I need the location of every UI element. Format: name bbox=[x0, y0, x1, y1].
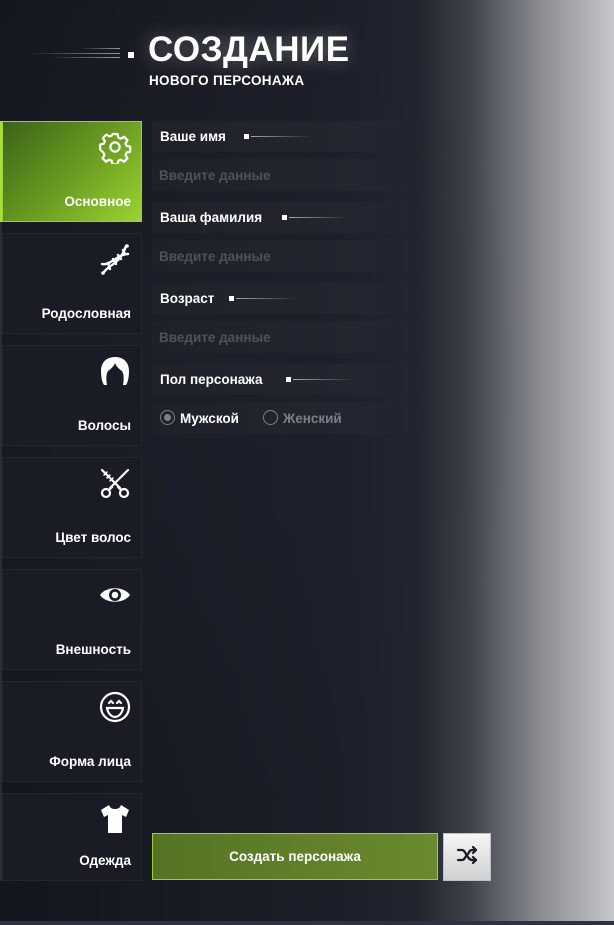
first-name-label: Ваше имя bbox=[160, 129, 226, 144]
gender-options: Мужской Женский bbox=[152, 402, 452, 434]
bottom-bar bbox=[0, 921, 614, 925]
label-dot bbox=[229, 296, 234, 301]
dna-icon bbox=[98, 242, 132, 276]
sidebar-item-hair[interactable]: Волосы bbox=[2, 345, 142, 446]
radio-male[interactable] bbox=[160, 410, 175, 425]
last-name-header: Ваша фамилия bbox=[152, 202, 452, 233]
page-subtitle: НОВОГО ПЕРСОНАЖА bbox=[149, 73, 305, 88]
page-header: СОЗДАНИЕ НОВОГО ПЕРСОНАЖА bbox=[0, 28, 400, 98]
gear-icon bbox=[98, 130, 132, 166]
sidebar-item-label: Цвет волос bbox=[55, 530, 131, 545]
sidebar-item-label: Внешность bbox=[55, 642, 131, 657]
last-name-input[interactable] bbox=[152, 240, 452, 272]
sidebar-item-face-shape[interactable]: Форма лица bbox=[2, 681, 142, 782]
label-dot bbox=[286, 377, 291, 382]
first-name-input[interactable] bbox=[152, 159, 452, 191]
age-header: Возраст bbox=[152, 283, 452, 314]
label-line bbox=[236, 298, 296, 299]
label-dot bbox=[244, 134, 249, 139]
scissors-comb-icon bbox=[98, 466, 132, 500]
header-dot bbox=[128, 52, 134, 58]
label-line bbox=[289, 217, 349, 218]
sidebar-item-label: Основное bbox=[64, 194, 131, 209]
first-name-header: Ваше имя bbox=[152, 121, 452, 152]
sidebar-item-appearance[interactable]: Внешность bbox=[2, 569, 142, 670]
smile-face-icon bbox=[98, 690, 132, 724]
last-name-label: Ваша фамилия bbox=[160, 210, 263, 225]
label-line bbox=[251, 136, 311, 137]
sidebar-item-label: Одежда bbox=[79, 853, 131, 868]
gender-label: Пол персонажа bbox=[160, 372, 263, 387]
header-decor-lines bbox=[30, 48, 120, 64]
radio-female-label[interactable]: Женский bbox=[283, 411, 342, 426]
sidebar-item-hair-color[interactable]: Цвет волос bbox=[2, 457, 142, 558]
label-line bbox=[293, 379, 353, 380]
shuffle-icon bbox=[455, 843, 479, 872]
randomize-button[interactable] bbox=[443, 833, 491, 881]
sidebar-item-clothes[interactable]: Одежда bbox=[2, 793, 142, 881]
sidebar-item-pedigree[interactable]: Родословная bbox=[2, 233, 142, 334]
gender-header: Пол персонажа bbox=[152, 364, 452, 395]
page-title: СОЗДАНИЕ bbox=[148, 30, 350, 69]
sidebar-item-label: Форма лица bbox=[49, 754, 131, 769]
hair-icon bbox=[98, 354, 132, 388]
radio-male-label[interactable]: Мужской bbox=[180, 411, 239, 426]
sidebar-item-basic[interactable]: Основное bbox=[2, 121, 142, 222]
tshirt-icon bbox=[98, 802, 132, 836]
eye-icon bbox=[98, 578, 132, 612]
age-label: Возраст bbox=[160, 291, 215, 306]
age-input[interactable] bbox=[152, 321, 452, 353]
create-character-button[interactable]: Создать персонажа bbox=[152, 833, 438, 880]
sidebar-item-label: Волосы bbox=[77, 418, 131, 433]
sidebar-item-label: Родословная bbox=[41, 306, 131, 321]
label-dot bbox=[282, 215, 287, 220]
radio-female[interactable] bbox=[263, 410, 278, 425]
